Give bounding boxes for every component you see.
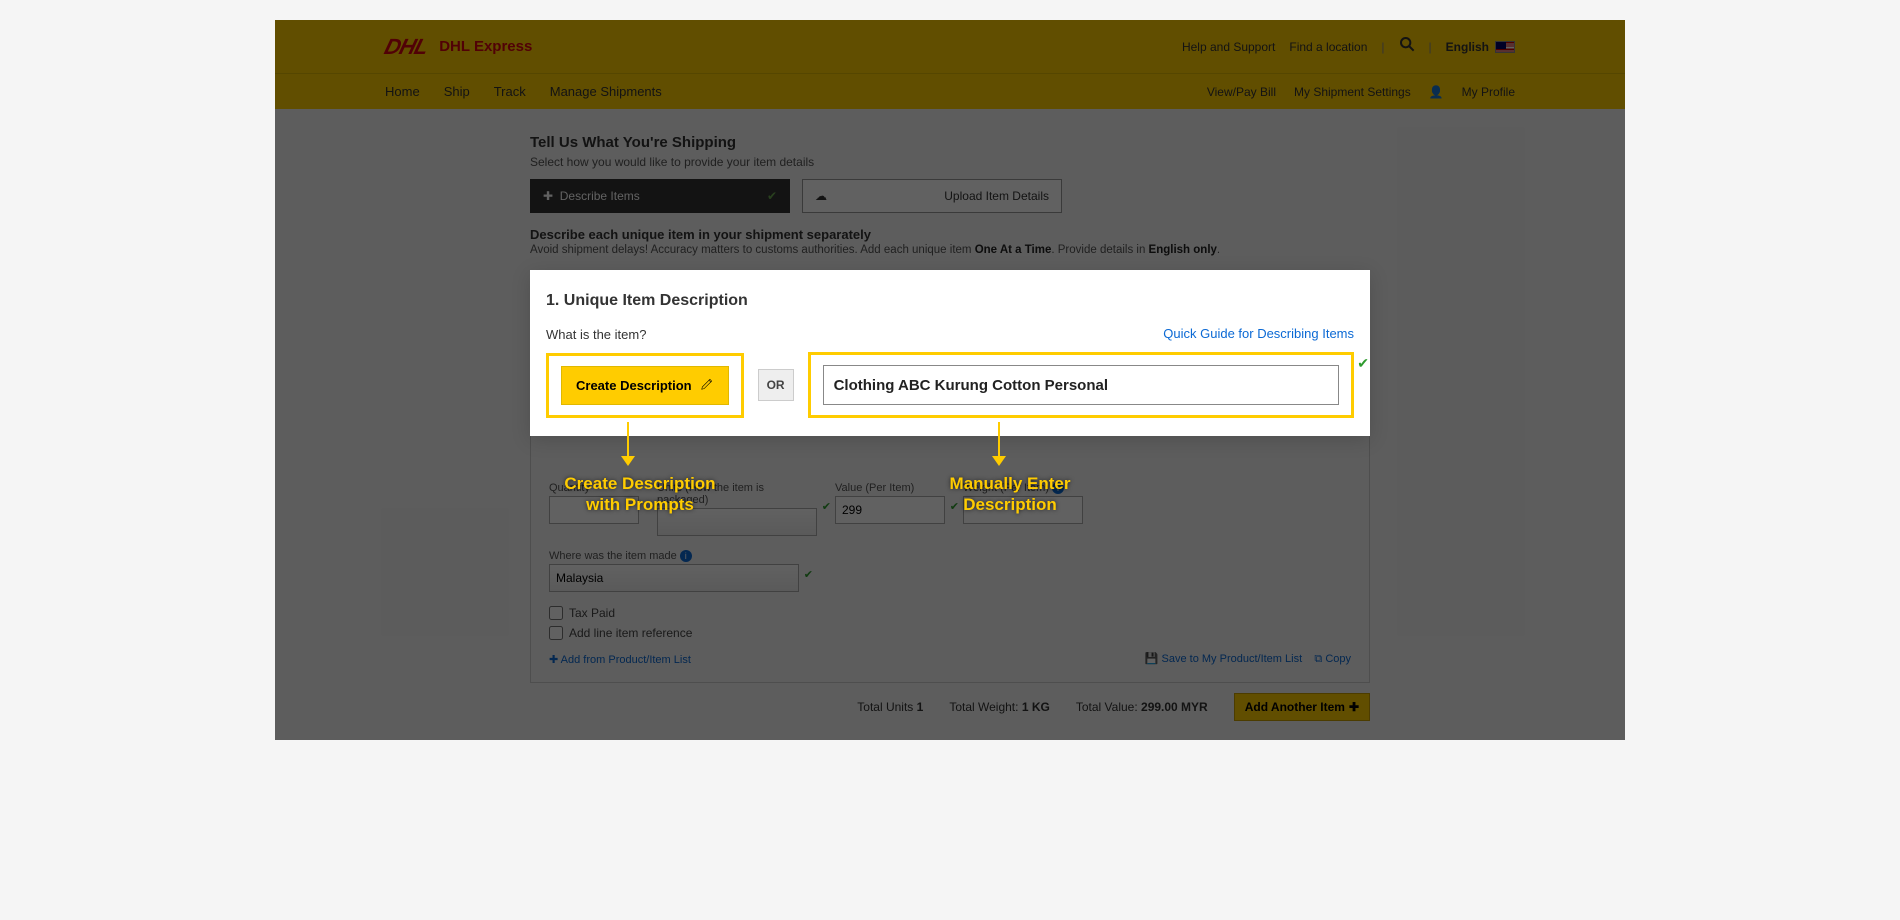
total-weight-label: Total Weight:	[949, 700, 1018, 714]
section-title: Tell Us What You're Shipping	[530, 134, 1370, 151]
quick-guide-link[interactable]: Quick Guide for Describing Items	[1163, 326, 1354, 341]
plus-icon: ✚	[549, 654, 558, 666]
tax-paid-label: Tax Paid	[569, 606, 615, 620]
where-made-select[interactable]: Malaysia	[549, 564, 799, 592]
section-sub: Select how you would like to provide you…	[530, 155, 1370, 169]
help-link[interactable]: Help and Support	[1182, 40, 1275, 54]
find-location-link[interactable]: Find a location	[1289, 40, 1367, 54]
nav-view-pay-bill[interactable]: View/Pay Bill	[1207, 85, 1276, 99]
page-body: Tell Us What You're Shipping Select how …	[275, 109, 1625, 721]
add-from-list-link[interactable]: ✚ Add from Product/Item List	[549, 653, 691, 666]
item-fields-panel: Quantity Units (How the item is packaged…	[530, 436, 1370, 683]
units-label: Units (How the item is packaged)	[657, 482, 817, 506]
describe-subtext: Avoid shipment delays! Accuracy matters …	[530, 244, 1370, 256]
tax-paid-checkbox[interactable]	[549, 606, 563, 620]
profile-icon: 👤	[1429, 85, 1444, 99]
upload-label: Upload Item Details	[944, 189, 1049, 203]
check-icon: ✔	[804, 568, 813, 581]
check-icon: ✔	[1357, 355, 1369, 372]
where-made-label: Where was the item madei	[549, 550, 799, 562]
flag-icon	[1495, 41, 1515, 53]
app-root: DHL DHL Express Help and Support Find a …	[275, 20, 1625, 740]
item-description-input[interactable]	[823, 365, 1339, 405]
cloud-upload-icon: ☁	[815, 189, 827, 203]
card-title: 1. Unique Item Description	[546, 292, 1354, 310]
item-description-card: 1. Unique Item Description What is the i…	[530, 270, 1370, 436]
save-icon: 💾	[1145, 653, 1159, 665]
weight-label: Weight (Per Item)i	[963, 482, 1083, 494]
create-description-button[interactable]: Create Description	[561, 366, 729, 405]
add-another-label: Add Another Item	[1245, 700, 1345, 714]
nav-shipment-settings[interactable]: My Shipment Settings	[1294, 85, 1411, 99]
total-units-label: Total Units	[857, 700, 913, 714]
weight-input[interactable]	[963, 496, 1083, 524]
total-weight-value: 1 KG	[1022, 700, 1050, 714]
info-icon[interactable]: i	[1052, 482, 1064, 494]
describe-heading: Describe each unique item in your shipme…	[530, 227, 1370, 242]
units-select[interactable]	[657, 508, 817, 536]
wand-icon	[700, 377, 714, 394]
total-units-value: 1	[917, 700, 924, 714]
info-icon[interactable]: i	[680, 550, 692, 562]
plus-icon: ✚	[543, 189, 553, 203]
describe-items-tab[interactable]: ✚ Describe Items ✔	[530, 179, 790, 213]
total-value-value: 299.00 MYR	[1141, 700, 1208, 714]
nav-track[interactable]: Track	[494, 84, 526, 99]
brand-logo: DHL	[382, 34, 431, 60]
separator: |	[1381, 40, 1384, 54]
nav-manage-shipments[interactable]: Manage Shipments	[550, 84, 662, 99]
quantity-label: Quantity	[549, 482, 639, 494]
top-bar: DHL DHL Express Help and Support Find a …	[275, 20, 1625, 73]
language-label: English	[1446, 40, 1489, 54]
add-reference-checkbox[interactable]	[549, 626, 563, 640]
save-to-list-link[interactable]: 💾 Save to My Product/Item List	[1145, 653, 1302, 665]
nav-my-profile[interactable]: My Profile	[1462, 85, 1515, 99]
add-reference-label: Add line item reference	[569, 626, 692, 640]
description-input-box: ✔	[808, 352, 1354, 418]
add-another-item-button[interactable]: Add Another Item ✚	[1234, 693, 1370, 721]
value-label: Value (Per Item)	[835, 482, 945, 494]
or-separator: OR	[758, 369, 794, 401]
upload-details-tab[interactable]: ☁ Upload Item Details	[802, 179, 1062, 213]
what-item-label: What is the item?	[546, 327, 646, 342]
value-input[interactable]	[835, 496, 945, 524]
copy-link[interactable]: ⧉ Copy	[1314, 653, 1351, 665]
nav-home[interactable]: Home	[385, 84, 420, 99]
totals-row: Total Units 1 Total Weight: 1 KG Total V…	[530, 683, 1370, 721]
copy-icon: ⧉	[1314, 653, 1322, 665]
nav-ship[interactable]: Ship	[444, 84, 470, 99]
plus-icon: ✚	[1349, 700, 1359, 714]
describe-label: Describe Items	[560, 189, 640, 203]
check-icon: ✔	[822, 500, 831, 513]
quantity-input[interactable]	[549, 496, 639, 524]
check-icon: ✔	[950, 500, 959, 513]
total-value-label: Total Value:	[1076, 700, 1138, 714]
separator: |	[1429, 40, 1432, 54]
create-description-label: Create Description	[576, 378, 692, 393]
language-switch[interactable]: English	[1446, 40, 1515, 54]
search-icon[interactable]	[1399, 36, 1415, 57]
brand-sub: DHL Express	[439, 38, 532, 55]
main-nav: Home Ship Track Manage Shipments View/Pa…	[275, 73, 1625, 109]
check-icon: ✔	[767, 189, 777, 203]
create-description-box: Create Description	[546, 353, 744, 418]
